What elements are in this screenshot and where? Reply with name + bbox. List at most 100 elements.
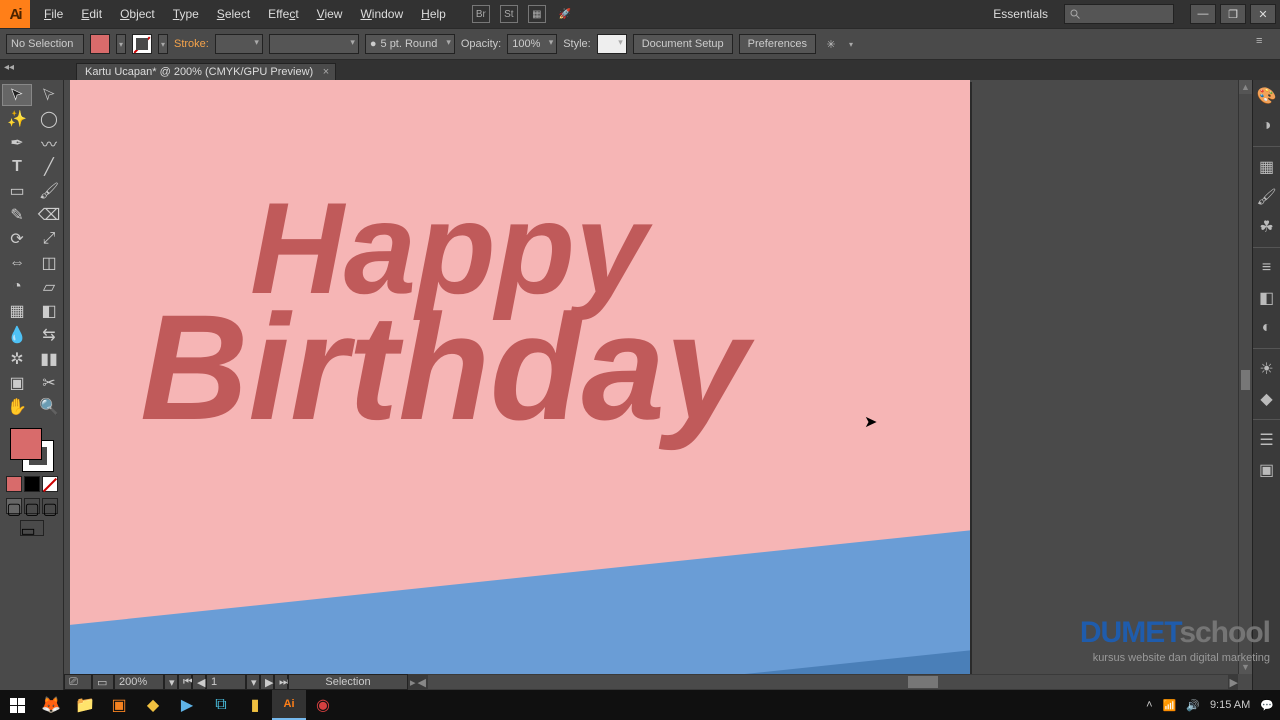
- gradient-tool[interactable]: ◧: [34, 300, 64, 322]
- fill-swatch[interactable]: [90, 34, 110, 54]
- curvature-tool[interactable]: 〰: [34, 132, 64, 154]
- vscroll-thumb[interactable]: [1241, 370, 1250, 390]
- draw-inside-icon[interactable]: ▢: [42, 498, 58, 514]
- stroke-weight-combo[interactable]: [215, 34, 263, 54]
- document-tab[interactable]: Kartu Ucapan* @ 200% (CMYK/GPU Preview) …: [76, 63, 336, 80]
- blend-tool[interactable]: ⇆: [34, 324, 64, 346]
- canvas-viewport[interactable]: Happy Birthday: [64, 80, 1252, 674]
- taskbar-illustrator[interactable]: Ai: [272, 690, 306, 720]
- bridge-icon[interactable]: Br: [472, 5, 490, 23]
- tray-volume-icon[interactable]: 🔊: [1186, 699, 1200, 712]
- zoom-dropdown[interactable]: ▾: [164, 674, 178, 690]
- gpu-icon[interactable]: 🚀: [556, 5, 574, 23]
- align-to-icon[interactable]: ✳: [822, 35, 840, 53]
- width-tool[interactable]: ⇔: [2, 252, 32, 274]
- artboard-dropdown[interactable]: ▾: [246, 674, 260, 690]
- artboard-number[interactable]: 1: [206, 674, 246, 690]
- menu-window[interactable]: Window: [352, 3, 411, 25]
- align-to-dropdown[interactable]: ▾: [846, 34, 856, 54]
- close-button[interactable]: ✕: [1250, 4, 1276, 24]
- brush-definition[interactable]: ● 5 pt. Round: [365, 34, 455, 54]
- color-mode-icon[interactable]: [6, 476, 22, 492]
- color-guide-panel-icon[interactable]: ◑: [1257, 116, 1277, 136]
- perspective-tool[interactable]: ▱: [34, 276, 64, 298]
- brushes-panel-icon[interactable]: 🖌: [1257, 187, 1277, 207]
- stroke-dropdown[interactable]: ▾: [158, 34, 168, 54]
- tray-notifications-icon[interactable]: 💬: [1260, 699, 1274, 712]
- symbol-sprayer-tool[interactable]: ✲: [2, 348, 32, 370]
- color-panel-icon[interactable]: 🎨: [1257, 86, 1277, 106]
- taskbar-recorder[interactable]: ◉: [306, 690, 340, 720]
- zoom-tool[interactable]: 🔍: [34, 396, 64, 418]
- eyedropper-tool[interactable]: 💧: [2, 324, 32, 346]
- vertical-scrollbar[interactable]: ▲ ▼: [1238, 80, 1252, 674]
- control-bar-menu-icon[interactable]: ≡: [1256, 35, 1274, 53]
- taskbar-powershell[interactable]: ▶: [170, 690, 204, 720]
- tray-clock[interactable]: 9:15 AM: [1210, 699, 1250, 711]
- stroke-panel-icon[interactable]: ≡: [1257, 258, 1277, 278]
- taskbar-firefox[interactable]: 🦊: [34, 690, 68, 720]
- eraser-tool[interactable]: ⌫: [34, 204, 64, 226]
- pen-tool[interactable]: ✒: [2, 132, 32, 154]
- artboard-tool[interactable]: ▣: [2, 372, 32, 394]
- workspace-switcher[interactable]: Essentials: [993, 7, 1052, 21]
- menu-view[interactable]: View: [309, 3, 351, 25]
- gradient-panel-icon[interactable]: ◧: [1257, 288, 1277, 308]
- variable-width-profile[interactable]: [269, 34, 359, 54]
- lasso-tool[interactable]: ◯: [34, 108, 64, 130]
- artboard-nav-icon[interactable]: ▭: [92, 674, 114, 690]
- layers-panel-icon[interactable]: ☰: [1257, 430, 1277, 450]
- last-artboard-icon[interactable]: ⏭: [274, 674, 288, 690]
- scale-tool[interactable]: ⤢: [34, 228, 64, 250]
- taskbar-sublime[interactable]: ◆: [136, 690, 170, 720]
- prev-artboard-icon[interactable]: ◀: [192, 674, 206, 690]
- pencil-tool[interactable]: ✎: [2, 204, 32, 226]
- hscroll-right-icon[interactable]: ▶: [1230, 676, 1238, 689]
- line-tool[interactable]: ╱: [34, 156, 64, 178]
- menu-file[interactable]: File: [36, 3, 71, 25]
- fill-stroke-swatch[interactable]: [10, 428, 54, 472]
- selection-tool[interactable]: [2, 84, 32, 106]
- hscroll-left-icon[interactable]: ◀: [418, 676, 426, 689]
- hand-tool[interactable]: ✋: [2, 396, 32, 418]
- panel-collapse-icon[interactable]: ◂◂: [4, 62, 14, 73]
- menu-effect[interactable]: Effect: [260, 3, 306, 25]
- opacity-field[interactable]: 100%: [507, 34, 557, 54]
- appearance-panel-icon[interactable]: ☀: [1257, 359, 1277, 379]
- arrange-docs-icon[interactable]: ▦: [528, 5, 546, 23]
- stock-icon[interactable]: St: [500, 5, 518, 23]
- fill-color-icon[interactable]: [10, 428, 42, 460]
- draw-behind-icon[interactable]: ▢: [24, 498, 40, 514]
- taskbar-vscode[interactable]: ⧉: [204, 690, 238, 720]
- paintbrush-tool[interactable]: 🖌: [34, 180, 64, 202]
- type-tool[interactable]: T: [2, 156, 32, 178]
- taskbar-app2[interactable]: ▮: [238, 690, 272, 720]
- search-box[interactable]: [1064, 4, 1174, 24]
- first-artboard-icon[interactable]: ⏮: [178, 674, 192, 690]
- tab-close-icon[interactable]: ×: [323, 66, 329, 78]
- status-more-icon[interactable]: ▸: [410, 676, 416, 689]
- menu-select[interactable]: Select: [209, 3, 258, 25]
- horizontal-scrollbar[interactable]: [428, 675, 1228, 689]
- tray-wifi-icon[interactable]: 📶: [1163, 699, 1177, 712]
- preferences-button[interactable]: Preferences: [739, 34, 816, 54]
- magic-wand-tool[interactable]: ✨: [2, 108, 32, 130]
- swatches-panel-icon[interactable]: ▦: [1257, 157, 1277, 177]
- minimize-button[interactable]: —: [1190, 4, 1216, 24]
- menu-object[interactable]: Object: [112, 3, 163, 25]
- document-setup-button[interactable]: Document Setup: [633, 34, 733, 54]
- none-mode-icon[interactable]: [42, 476, 58, 492]
- gpu-status-icon[interactable]: ⎚: [64, 674, 92, 690]
- taskbar-app1[interactable]: ▣: [102, 690, 136, 720]
- hscroll-thumb[interactable]: [908, 676, 938, 688]
- direct-selection-tool[interactable]: [34, 84, 64, 106]
- rotate-tool[interactable]: ⟳: [2, 228, 32, 250]
- graphic-styles-panel-icon[interactable]: ◆: [1257, 389, 1277, 409]
- menu-help[interactable]: Help: [413, 3, 454, 25]
- restore-button[interactable]: ❐: [1220, 4, 1246, 24]
- transparency-panel-icon[interactable]: ◐: [1257, 318, 1277, 338]
- draw-normal-icon[interactable]: ▢: [6, 498, 22, 514]
- start-button[interactable]: [0, 690, 34, 720]
- shape-builder-tool[interactable]: ◔: [2, 276, 32, 298]
- stroke-swatch[interactable]: [132, 34, 152, 54]
